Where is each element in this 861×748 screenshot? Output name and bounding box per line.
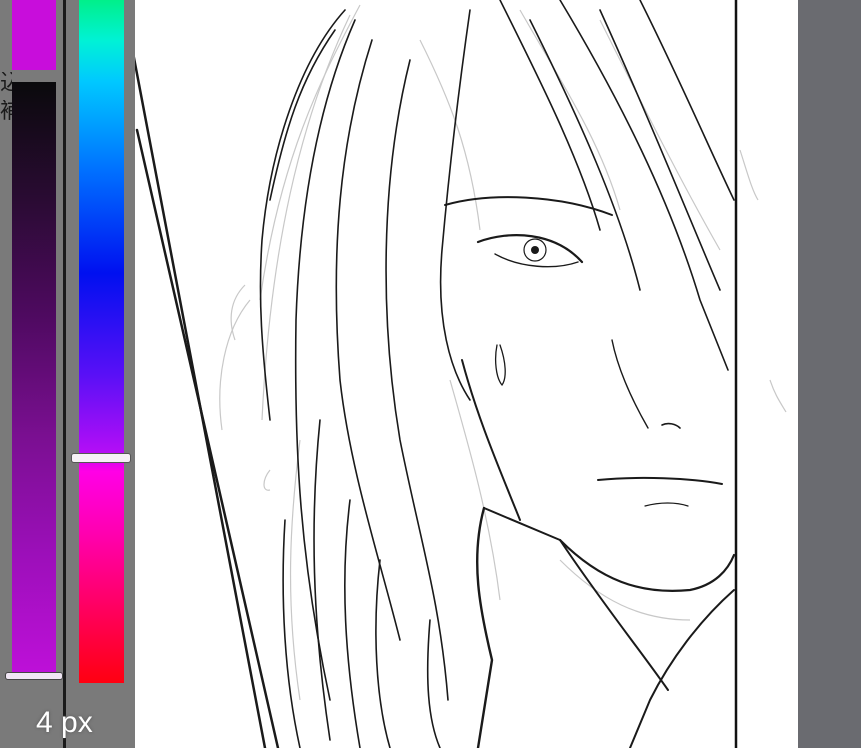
workspace-background [798,0,861,748]
saturation-slider[interactable] [12,82,56,672]
drawing-app: 込 補 4 px [0,0,861,748]
color-picker-panel: 込 補 4 px [0,0,135,748]
current-color-swatch[interactable] [12,0,56,70]
saturation-slider-handle[interactable] [6,673,62,679]
partial-label-text: 込 [0,72,12,94]
panel-divider [63,0,66,748]
hue-slider[interactable] [79,0,124,683]
partial-label-text: 補 [0,100,12,122]
brush-size-label[interactable]: 4 px [36,706,93,740]
hue-slider-handle[interactable] [72,454,130,462]
